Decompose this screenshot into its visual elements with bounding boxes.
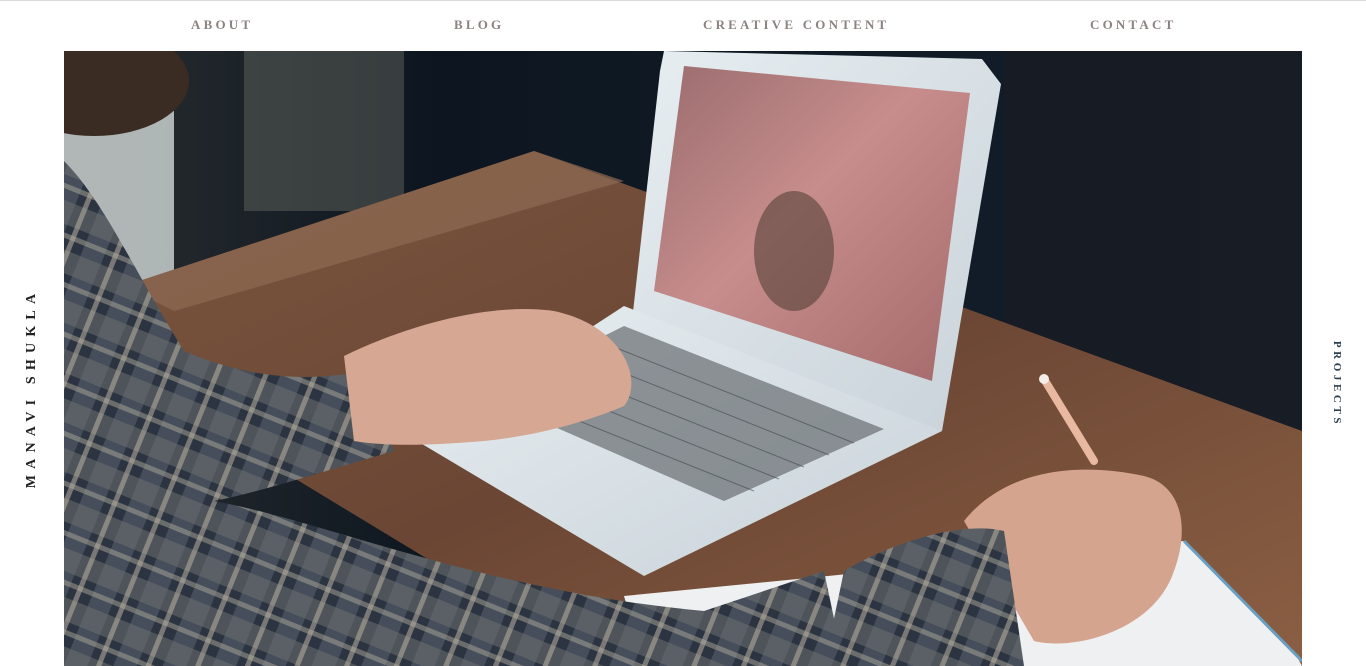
nav-link-creative-content[interactable]: CREATIVE CONTENT [703, 17, 889, 33]
side-link-projects[interactable]: PROJECTS [1331, 341, 1343, 427]
site-owner-name: MANAVI SHUKLA [24, 287, 39, 489]
nav-link-contact[interactable]: CONTACT [1090, 17, 1176, 33]
nav-link-about[interactable]: ABOUT [191, 17, 253, 33]
hero-image [64, 51, 1302, 666]
top-navigation: ABOUT BLOG CREATIVE CONTENT CONTACT [0, 1, 1366, 49]
nav-link-blog[interactable]: BLOG [454, 17, 504, 33]
